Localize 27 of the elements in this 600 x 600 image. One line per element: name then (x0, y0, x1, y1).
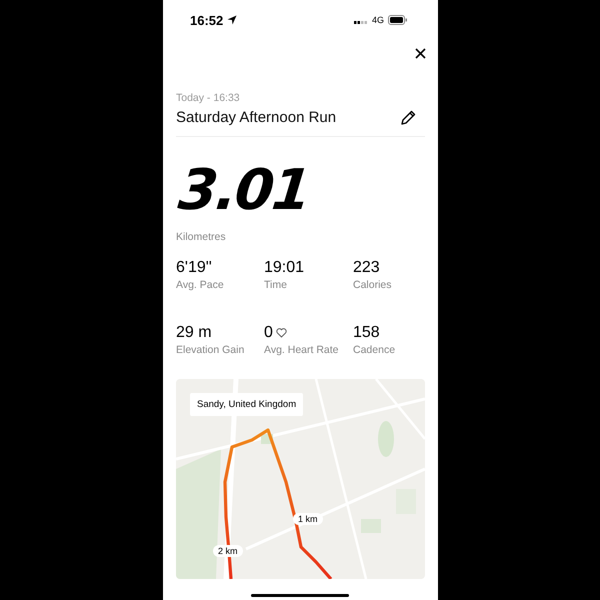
distance-value: 3.01 (176, 163, 312, 219)
clock-time: 16:52 (190, 12, 224, 28)
location-label: Sandy, United Kingdom (190, 393, 304, 416)
edit-button[interactable] (400, 110, 416, 126)
stat-value: 19:01 (264, 259, 304, 277)
location-arrow-icon (227, 15, 238, 25)
distance-marker: 2 km (213, 545, 243, 557)
stat-value: 29 m (176, 324, 212, 342)
heart-icon (276, 328, 287, 338)
battery-icon (388, 15, 408, 25)
stat-value: 6'19'' (176, 259, 212, 277)
stat-value: 223 (353, 259, 380, 277)
stat-label: Elevation Gain (176, 344, 246, 357)
stat-label: Time (264, 279, 288, 292)
stat-value: 158 (353, 324, 380, 342)
activity-title: Saturday Afternoon Run (176, 109, 336, 126)
stat-label: Calories (353, 279, 393, 292)
map-view[interactable]: Sandy, United Kingdom 1 km 2 km (176, 379, 425, 579)
network-label: 4G (372, 15, 384, 25)
stat-label: Cadence (353, 344, 396, 357)
stat-label: Avg. Heart Rate (264, 344, 340, 357)
stat-value: 0 (264, 324, 273, 342)
distance-marker: 1 km (293, 513, 323, 525)
distance-unit: Kilometres (176, 231, 227, 243)
stat-label: Avg. Pace (176, 279, 225, 292)
close-button[interactable] (413, 46, 428, 61)
activity-date: Today - 16:33 (176, 92, 241, 104)
